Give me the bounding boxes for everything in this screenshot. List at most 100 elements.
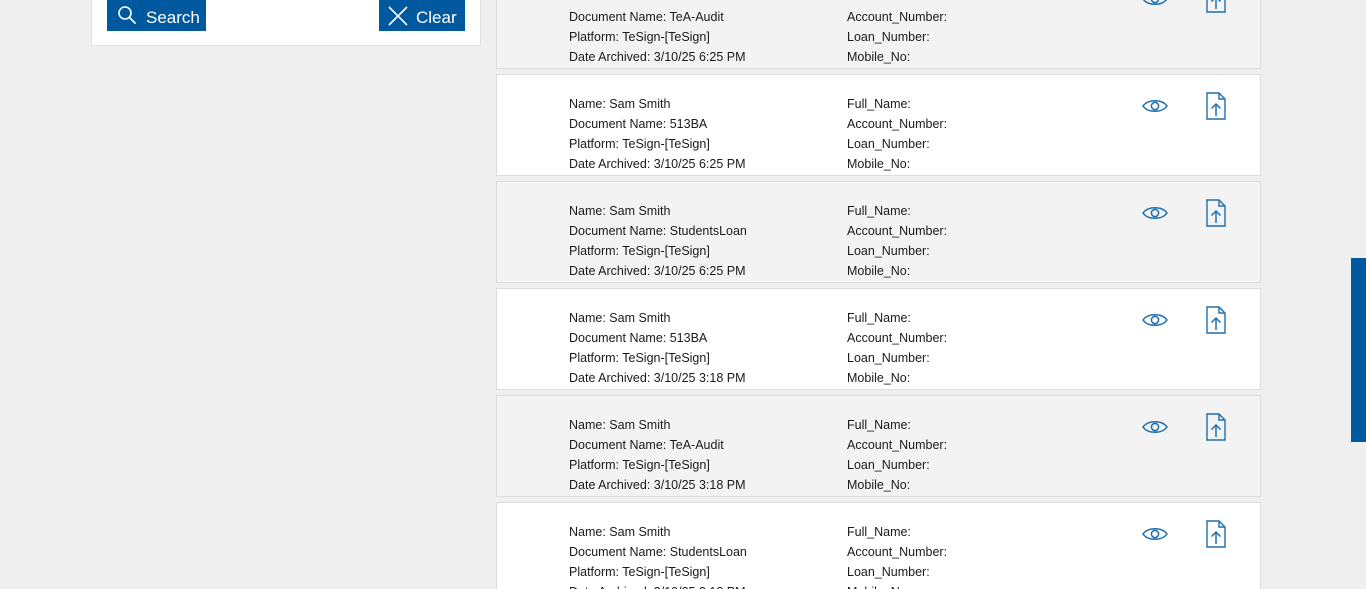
record-loan-number: Loan_Number: <box>847 137 930 151</box>
record-mobile-no: Mobile_No: <box>847 582 947 589</box>
eye-icon <box>1142 314 1168 326</box>
record-document-name: Document Name: 513BA <box>569 117 708 131</box>
filter-panel: Search Clear <box>91 0 481 46</box>
record-document-name: Document Name: StudentsLoan <box>569 545 747 559</box>
record-document-name: Document Name: 513BA <box>569 331 708 345</box>
record-platform: Platform: TeSign-[TeSign] <box>569 244 710 258</box>
eye-icon <box>1142 100 1168 112</box>
file-upload-icon <box>1206 413 1226 441</box>
eye-icon <box>1142 528 1168 540</box>
record-details-left: Name: Sam Smith Document Name: 513BA Pla… <box>569 94 746 174</box>
record-platform: Platform: TeSign-[TeSign] <box>569 351 710 365</box>
archived-records-list: Document Name: TeA-Audit Platform: TeSig… <box>496 0 1261 589</box>
record-name: Name: Sam Smith <box>569 204 671 218</box>
record-full-name: Full_Name: <box>847 311 911 325</box>
file-upload-icon <box>1206 520 1226 548</box>
record-document-name: Document Name: TeA-Audit <box>569 438 724 452</box>
record-name: Name: Sam Smith <box>569 525 671 539</box>
record-platform: Platform: TeSign-[TeSign] <box>569 565 710 579</box>
record-name <box>569 0 746 7</box>
record-name: Name: Sam Smith <box>569 418 671 432</box>
record-date-archived: Date Archived: 3/10/25 6:25 PM <box>569 157 746 171</box>
archived-record-row: Name: Sam Smith Document Name: StudentsL… <box>496 502 1261 589</box>
record-mobile-no: Mobile_No: <box>847 50 911 64</box>
file-upload-icon <box>1206 0 1226 13</box>
search-icon <box>117 5 139 27</box>
record-details-right: Account_Number: Loan_Number: Mobile_No: <box>847 0 947 67</box>
record-details-right: Full_Name: Account_Number: Loan_Number: … <box>847 415 947 495</box>
record-full-name: Full_Name: <box>847 97 911 111</box>
upload-document-button[interactable] <box>1201 519 1231 549</box>
record-loan-number: Loan_Number: <box>847 351 930 365</box>
view-document-button[interactable] <box>1140 198 1170 228</box>
record-full-name <box>847 0 947 7</box>
record-account-number: Account_Number: <box>847 224 948 238</box>
upload-document-button[interactable] <box>1201 91 1231 121</box>
file-upload-icon <box>1206 92 1226 120</box>
record-details-left: Name: Sam Smith Document Name: StudentsL… <box>569 201 747 281</box>
record-details-right: Full_Name: Account_Number: Loan_Number: … <box>847 201 947 281</box>
record-account-number: Account_Number: <box>847 117 948 131</box>
record-details-left: Name: Sam Smith Document Name: TeA-Audit… <box>569 415 746 495</box>
archived-record-row: Name: Sam Smith Document Name: TeA-Audit… <box>496 395 1261 497</box>
record-platform: Platform: TeSign-[TeSign] <box>569 137 710 151</box>
record-full-name: Full_Name: <box>847 525 911 539</box>
record-mobile-no: Mobile_No: <box>847 478 911 492</box>
upload-document-button[interactable] <box>1201 305 1231 335</box>
record-loan-number: Loan_Number: <box>847 244 930 258</box>
view-document-button[interactable] <box>1140 412 1170 442</box>
record-mobile-no: Mobile_No: <box>847 371 911 385</box>
eye-icon <box>1142 421 1168 433</box>
record-platform: Platform: TeSign-[TeSign] <box>569 458 710 472</box>
record-mobile-no: Mobile_No: <box>847 157 911 171</box>
archived-record-row: Name: Sam Smith Document Name: StudentsL… <box>496 181 1261 283</box>
view-document-button[interactable] <box>1140 305 1170 335</box>
view-document-button[interactable] <box>1140 519 1170 549</box>
record-account-number: Account_Number: <box>847 331 948 345</box>
view-document-button[interactable] <box>1140 0 1170 14</box>
archived-record-row: Document Name: TeA-Audit Platform: TeSig… <box>496 0 1261 69</box>
record-date-archived: Date Archived: 3/10/25 3:18 PM <box>569 371 746 385</box>
eye-icon <box>1142 207 1168 219</box>
record-details-left: Name: Sam Smith Document Name: 513BA Pla… <box>569 308 746 388</box>
archive-page: Search Clear Document Name: TeA-Audit Pl… <box>0 0 1366 589</box>
record-full-name: Full_Name: <box>847 418 911 432</box>
eye-icon <box>1142 0 1168 5</box>
record-platform: Platform: TeSign-[TeSign] <box>569 30 710 44</box>
close-icon <box>387 5 409 27</box>
record-date-archived: Date Archived: 3/10/25 6:25 PM <box>569 50 746 64</box>
record-loan-number: Loan_Number: <box>847 458 930 472</box>
upload-document-button[interactable] <box>1201 0 1231 14</box>
record-mobile-no: Mobile_No: <box>847 264 911 278</box>
search-button-label: Search <box>146 8 200 27</box>
record-details-left: Document Name: TeA-Audit Platform: TeSig… <box>569 0 746 67</box>
side-panel-tab[interactable] <box>1351 258 1366 442</box>
record-document-name: Document Name: StudentsLoan <box>569 224 747 238</box>
clear-button[interactable]: Clear <box>379 0 465 31</box>
upload-document-button[interactable] <box>1201 412 1231 442</box>
record-details-right: Full_Name: Account_Number: Loan_Number: … <box>847 308 947 388</box>
clear-button-label: Clear <box>416 8 457 27</box>
record-date-archived: Date Archived: 3/10/25 6:25 PM <box>569 264 746 278</box>
record-document-name: Document Name: TeA-Audit <box>569 10 724 24</box>
upload-document-button[interactable] <box>1201 198 1231 228</box>
record-account-number: Account_Number: <box>847 438 948 452</box>
record-full-name: Full_Name: <box>847 204 911 218</box>
record-name: Name: Sam Smith <box>569 311 671 325</box>
search-button[interactable]: Search <box>107 0 206 31</box>
file-upload-icon <box>1206 199 1226 227</box>
view-document-button[interactable] <box>1140 91 1170 121</box>
record-date-archived: Date Archived: 3/10/25 3:18 PM <box>569 582 747 589</box>
file-upload-icon <box>1206 306 1226 334</box>
record-date-archived: Date Archived: 3/10/25 3:18 PM <box>569 478 746 492</box>
archived-record-row: Name: Sam Smith Document Name: 513BA Pla… <box>496 288 1261 390</box>
record-account-number: Account_Number: <box>847 545 948 559</box>
record-account-number: Account_Number: <box>847 10 948 24</box>
record-details-right: Full_Name: Account_Number: Loan_Number: … <box>847 522 947 589</box>
record-details-left: Name: Sam Smith Document Name: StudentsL… <box>569 522 747 589</box>
archived-record-row: Name: Sam Smith Document Name: 513BA Pla… <box>496 74 1261 176</box>
record-loan-number: Loan_Number: <box>847 565 930 579</box>
record-name: Name: Sam Smith <box>569 97 671 111</box>
record-loan-number: Loan_Number: <box>847 30 930 44</box>
record-details-right: Full_Name: Account_Number: Loan_Number: … <box>847 94 947 174</box>
